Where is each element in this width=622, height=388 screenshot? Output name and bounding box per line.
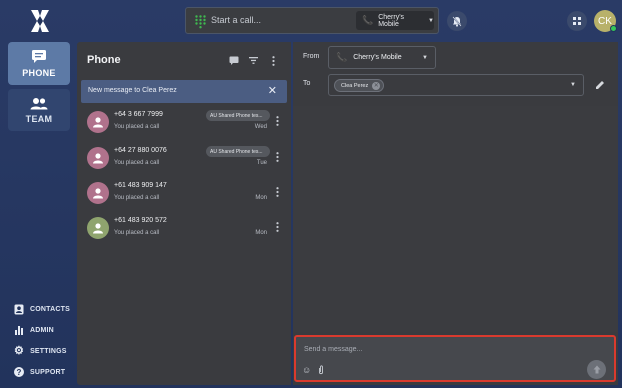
call-row[interactable]: +61 483 920 572 You placed a call Mon	[81, 213, 287, 245]
message-pane: From 📞 Cherry's Mobile ▼ To Clea Perez ✕…	[293, 42, 618, 385]
to-field[interactable]: Clea Perez ✕ ▼	[328, 74, 584, 96]
app-logo	[31, 10, 49, 32]
nav-contacts-label: CONTACTS	[30, 306, 70, 313]
apps-icon	[573, 17, 581, 25]
more-vert-icon[interactable]	[276, 152, 279, 162]
call-day: Wed	[254, 124, 267, 130]
person-icon	[93, 223, 103, 234]
dialpad-icon[interactable]	[195, 15, 206, 29]
contacts-icon	[14, 304, 24, 315]
person-icon	[93, 188, 103, 199]
remove-chip-icon[interactable]: ✕	[372, 81, 381, 90]
nav-team[interactable]: TEAM	[8, 89, 70, 131]
call-number: +64 3 667 7999	[114, 111, 163, 118]
team-icon	[30, 97, 48, 109]
gear-icon: ⚙	[14, 345, 25, 357]
carrier-label: Cherry's Mobile	[378, 13, 405, 28]
contact-avatar	[87, 217, 109, 239]
close-icon[interactable]: ✕	[268, 84, 277, 97]
call-day: Tue	[256, 160, 267, 166]
new-message-banner[interactable]: New message to Clea Perez ✕	[81, 80, 287, 103]
person-icon	[93, 117, 103, 128]
call-day: Mon	[255, 195, 267, 201]
more-vert-icon[interactable]	[276, 222, 279, 232]
to-label: To	[303, 80, 311, 87]
call-bar: Start a call... 📞 Cherry's Mobile ▼	[185, 7, 439, 34]
phone-panel: Phone New message to Clea Perez ✕ +64 3 …	[77, 42, 291, 385]
from-select[interactable]: 📞 Cherry's Mobile ▼	[328, 46, 436, 69]
call-description: You placed a call	[114, 124, 160, 130]
call-number: +61 483 920 572	[114, 217, 167, 224]
call-row[interactable]: +64 27 880 0076 You placed a call Tue AU Sh…	[81, 143, 287, 175]
nav-support[interactable]: ? SUPPORT	[14, 367, 65, 377]
nav-support-label: SUPPORT	[30, 368, 66, 376]
line-tag: AU Shared Phone tes...	[206, 110, 270, 121]
more-vert-icon[interactable]	[276, 187, 279, 197]
recipient-name: Clea Perez	[341, 82, 369, 89]
banner-text: New message to Clea Perez	[88, 87, 177, 94]
call-description: You placed a call	[114, 195, 160, 201]
apps-button[interactable]	[567, 11, 587, 31]
contact-avatar	[87, 111, 109, 133]
help-icon: ?	[14, 367, 24, 377]
nav-settings-label: SETTINGS	[30, 347, 67, 355]
more-vert-icon[interactable]	[276, 116, 279, 126]
notifications-off-button[interactable]	[447, 11, 467, 31]
arrow-up-icon	[593, 365, 600, 374]
edit-icon[interactable]	[595, 80, 605, 90]
from-value: Cherry's Mobile	[353, 54, 402, 61]
call-number: +64 27 880 0076	[114, 147, 167, 154]
call-row[interactable]: +61 483 909 147 You placed a call Mon	[81, 178, 287, 210]
chevron-down-icon: ▼	[422, 54, 428, 61]
online-status-dot	[610, 25, 617, 32]
message-composer[interactable]: Send a message... ☺	[294, 335, 616, 382]
conversation-area	[293, 106, 618, 332]
nav-admin-label: ADMIN	[30, 326, 54, 334]
call-input[interactable]: Start a call...	[211, 15, 261, 25]
line-tag: AU Shared Phone tes...	[206, 146, 270, 157]
emoji-icon[interactable]: ☺	[302, 365, 311, 375]
nav-contacts[interactable]: CONTACTS	[14, 304, 70, 315]
chat-icon	[32, 50, 46, 63]
call-number: +61 483 909 147	[114, 182, 167, 189]
recipient-chip[interactable]: Clea Perez ✕	[334, 79, 385, 92]
panel-title: Phone	[87, 54, 121, 66]
call-day: Mon	[255, 230, 267, 236]
nav-admin[interactable]: ADMIN	[14, 325, 54, 335]
chevron-down-icon[interactable]: ▼	[570, 82, 576, 88]
send-button[interactable]	[587, 360, 606, 379]
filter-icon[interactable]	[249, 57, 258, 64]
call-row[interactable]: +64 3 667 7999 You placed a call Wed AU Sha…	[81, 107, 287, 139]
carrier-select[interactable]: 📞 Cherry's Mobile ▼	[356, 11, 434, 30]
attachment-icon[interactable]	[318, 365, 324, 375]
contact-avatar	[87, 147, 109, 169]
nav-settings[interactable]: ⚙ SETTINGS	[14, 345, 67, 357]
bar-chart-icon	[15, 326, 23, 335]
person-icon	[93, 153, 103, 164]
new-message-icon[interactable]	[229, 56, 239, 65]
chevron-down-icon: ▼	[428, 17, 434, 24]
message-input[interactable]: Send a message...	[304, 346, 362, 353]
more-vert-icon[interactable]	[272, 56, 275, 66]
call-description: You placed a call	[114, 160, 160, 166]
phone-icon: 📞	[336, 52, 348, 62]
bell-off-icon	[452, 15, 462, 27]
contact-avatar	[87, 182, 109, 204]
from-label: From	[303, 53, 320, 60]
phone-icon: 📞	[362, 15, 374, 25]
call-description: You placed a call	[114, 230, 160, 236]
nav-phone-label: PHONE	[22, 68, 56, 78]
nav-team-label: TEAM	[25, 113, 53, 124]
nav-phone[interactable]: PHONE	[8, 42, 70, 85]
